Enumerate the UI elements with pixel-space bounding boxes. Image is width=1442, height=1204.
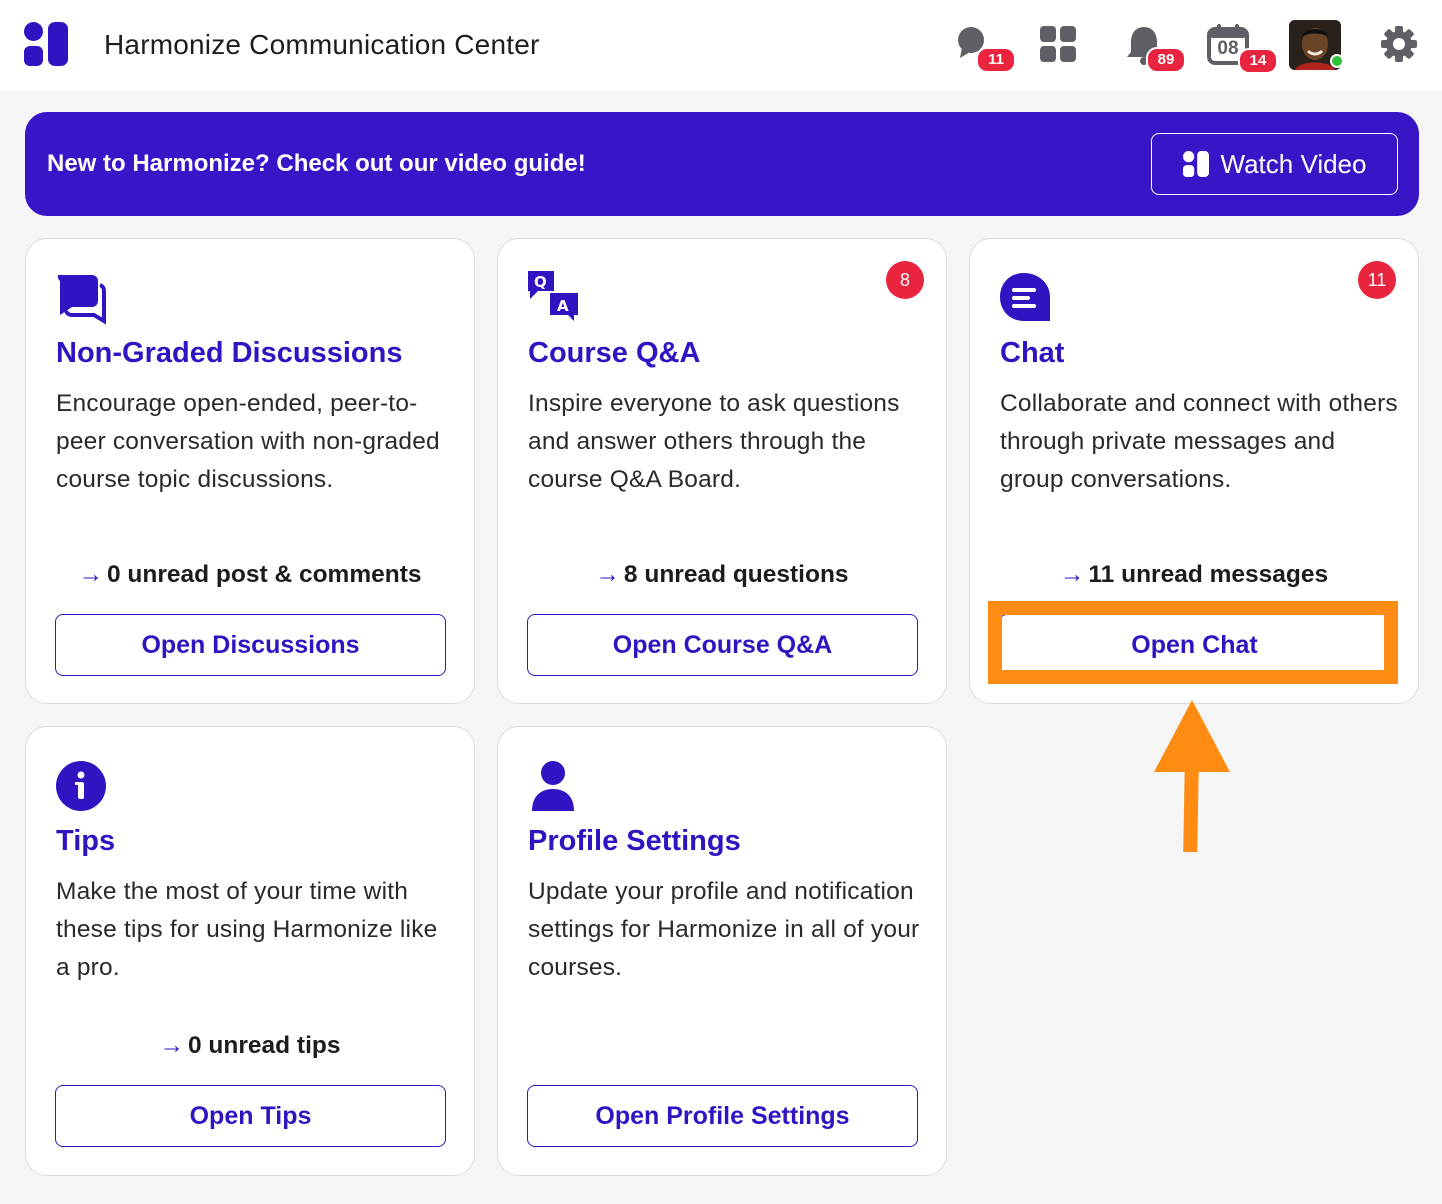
notification-count-badge: 89 — [1146, 47, 1186, 73]
open-profile-settings-button[interactable]: Open Profile Settings — [527, 1085, 918, 1147]
unread-count-text: 0 unread tips — [188, 1032, 341, 1059]
unread-count-text: 0 unread post & comments — [107, 561, 422, 588]
profile-icon — [532, 761, 574, 811]
card-tips: Tips Make the most of your time with the… — [25, 726, 475, 1176]
online-status-indicator — [1330, 54, 1344, 68]
open-course-qa-button[interactable]: Open Course Q&A — [527, 614, 918, 676]
open-discussions-button[interactable]: Open Discussions — [55, 614, 446, 676]
top-header: Harmonize Communication Center 11 89 08 … — [0, 0, 1442, 90]
card-title: Profile Settings — [528, 825, 741, 857]
card-description: Collaborate and connect with others thro… — [1000, 390, 1398, 493]
watch-video-label: Watch Video — [1220, 148, 1367, 179]
harmonize-logo-icon — [1182, 151, 1209, 177]
harmonize-logo-icon[interactable] — [24, 22, 68, 66]
card-description: Encourage open-ended, peer-to-peer conve… — [56, 390, 440, 493]
video-guide-banner: New to Harmonize? Check out our video gu… — [25, 112, 1419, 216]
qa-icon: Q A — [528, 271, 578, 321]
card-title: Course Q&A — [528, 337, 701, 369]
info-icon — [56, 761, 106, 811]
card-title: Chat — [1000, 337, 1065, 369]
card-discussions: Non-Graded Discussions Encourage open-en… — [25, 238, 475, 704]
arrow-right-icon: → — [159, 1032, 185, 1059]
unread-count[interactable]: → 8 unread questions — [498, 561, 946, 589]
unread-count[interactable]: → 11 unread messages — [970, 561, 1418, 589]
app-title: Harmonize Communication Center — [104, 29, 540, 60]
banner-text: New to Harmonize? Check out our video gu… — [47, 150, 586, 177]
discussions-icon — [57, 275, 106, 325]
svg-text:Q: Q — [534, 273, 547, 291]
highlight-box — [988, 601, 1398, 684]
arrow-right-icon: → — [595, 561, 620, 588]
open-tips-button[interactable]: Open Tips — [55, 1085, 446, 1147]
card-title: Non-Graded Discussions — [56, 337, 403, 369]
card-description: Inspire everyone to ask questions and an… — [528, 390, 900, 493]
unread-count[interactable]: → 0 unread post & comments — [26, 561, 474, 589]
watch-video-button[interactable]: Watch Video — [1151, 133, 1398, 195]
svg-text:A: A — [557, 297, 569, 315]
card-badge: 8 — [886, 261, 924, 299]
card-profile-settings: Profile Settings Update your profile and… — [497, 726, 947, 1176]
arrow-right-icon: → — [78, 561, 104, 588]
gear-icon[interactable] — [1380, 25, 1420, 67]
arrow-right-icon: → — [1059, 561, 1085, 588]
unread-count-text: 8 unread questions — [623, 561, 849, 588]
chat-icon — [1000, 273, 1050, 321]
apps-grid-icon[interactable] — [1038, 24, 1080, 66]
annotation-arrow-up-icon — [1154, 700, 1230, 853]
card-description: Update your profile and notification set… — [528, 878, 920, 981]
unread-count[interactable]: → 0 unread tips — [26, 1032, 474, 1060]
unread-count-text: 11 unread messages — [1088, 561, 1329, 588]
calendar-count-badge: 14 — [1238, 48, 1278, 74]
card-course-qa: Q A 8 Course Q&A Inspire everyone to ask… — [497, 238, 947, 704]
chat-count-badge: 11 — [976, 47, 1016, 73]
card-description: Make the most of your time with these ti… — [56, 878, 438, 981]
card-title: Tips — [56, 825, 116, 857]
card-badge: 11 — [1358, 261, 1396, 299]
